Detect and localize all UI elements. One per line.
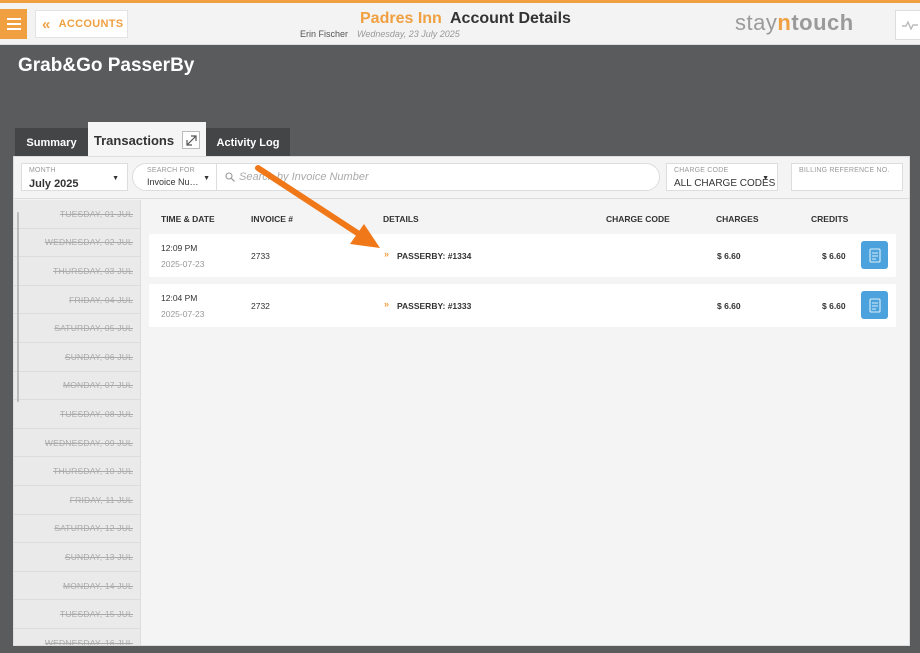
accounts-label: ACCOUNTS xyxy=(58,18,124,30)
menu-icon-line xyxy=(6,28,21,30)
invoice-document-button[interactable] xyxy=(861,291,888,319)
row-details: PASSERBY: #1334 xyxy=(397,251,472,261)
caret-down-icon: ▼ xyxy=(762,175,769,182)
date-list[interactable]: TUESDAY, 01 JUL WEDNESDAY, 02 JUL THURSD… xyxy=(14,200,141,645)
invoice-document-button[interactable] xyxy=(861,241,888,269)
search-input[interactable] xyxy=(223,164,643,190)
date-item[interactable]: WEDNESDAY, 09 JUL xyxy=(14,429,140,458)
charge-code-value: ALL CHARGE CODES xyxy=(674,178,776,189)
menu-button[interactable] xyxy=(0,9,27,39)
charge-code-select[interactable]: CHARGE CODE ALL CHARGE CODES ▼ xyxy=(666,163,778,191)
table-row[interactable]: 12:09 PM 2025-07-23 2733 » PASSERBY: #13… xyxy=(149,234,896,277)
column-header: CREDITS xyxy=(811,214,849,224)
row-charges: $ 6.60 xyxy=(717,301,741,311)
row-charges: $ 6.60 xyxy=(717,251,741,261)
date-item[interactable]: TUESDAY, 08 JUL xyxy=(14,400,140,429)
date-item[interactable]: WEDNESDAY, 02 JUL xyxy=(14,229,140,258)
filter-bar: MONTH July 2025 ▼ SEARCH FOR Invoice Nu…… xyxy=(14,157,909,199)
date-item[interactable]: THURSDAY, 10 JUL xyxy=(14,457,140,486)
row-details: PASSERBY: #1333 xyxy=(397,301,472,311)
search-for-value: Invoice Nu… xyxy=(147,177,199,187)
date-item[interactable]: TUESDAY, 15 JUL xyxy=(14,600,140,629)
expand-chevron-icon[interactable]: » xyxy=(384,249,389,259)
table-row[interactable]: 12:04 PM 2025-07-23 2732 » PASSERBY: #13… xyxy=(149,284,896,327)
column-header: CHARGES xyxy=(716,214,759,224)
billing-reference-field[interactable]: BILLING REFERENCE NO. xyxy=(791,163,903,191)
row-time: 12:09 PM xyxy=(161,243,198,253)
activity-pulse-button[interactable] xyxy=(895,10,920,40)
top-bar: « ACCOUNTS Padres Inn Account Details Er… xyxy=(0,3,920,45)
month-value: July 2025 xyxy=(29,178,79,190)
tab-summary[interactable]: Summary xyxy=(15,128,88,158)
date-item[interactable]: SATURDAY, 05 JUL xyxy=(14,314,140,343)
scrollbar[interactable] xyxy=(17,212,19,402)
date-item[interactable]: SATURDAY, 12 JUL xyxy=(14,515,140,544)
column-header: DETAILS xyxy=(383,214,419,224)
date-item[interactable]: TUESDAY, 01 JUL xyxy=(14,200,140,229)
date-item[interactable]: WEDNESDAY, 16 JUL xyxy=(14,629,140,645)
column-header: CHARGE CODE xyxy=(606,214,670,224)
transactions-panel: MONTH July 2025 ▼ SEARCH FOR Invoice Nu…… xyxy=(13,156,910,646)
expand-icon[interactable] xyxy=(182,131,201,149)
search-for-select[interactable]: SEARCH FOR Invoice Nu… ▼ xyxy=(133,164,217,190)
row-time: 12:04 PM xyxy=(161,293,198,303)
row-date: 2025-07-23 xyxy=(161,309,205,319)
date-item[interactable]: SUNDAY, 13 JUL xyxy=(14,543,140,572)
stayntouch-logo: stayntouch xyxy=(735,10,854,35)
menu-icon-line xyxy=(6,23,21,25)
row-invoice: 2732 xyxy=(251,301,270,311)
tab-activity-log[interactable]: Activity Log xyxy=(206,128,290,158)
date-item[interactable]: FRIDAY, 04 JUL xyxy=(14,286,140,315)
table-header: TIME & DATE INVOICE # DETAILS CHARGE COD… xyxy=(141,207,909,231)
tab-transactions[interactable]: Transactions xyxy=(88,122,206,158)
double-chevron-left-icon: « xyxy=(42,15,51,33)
column-header: INVOICE # xyxy=(251,214,294,224)
search-bar: SEARCH FOR Invoice Nu… ▼ xyxy=(132,163,660,191)
caret-down-icon: ▼ xyxy=(203,175,210,182)
row-invoice: 2733 xyxy=(251,251,270,261)
date-item[interactable]: THURSDAY, 03 JUL xyxy=(14,257,140,286)
back-to-accounts-button[interactable]: « ACCOUNTS xyxy=(35,10,128,38)
row-credits: $ 6.60 xyxy=(822,301,846,311)
date-item[interactable]: FRIDAY, 11 JUL xyxy=(14,486,140,515)
date-item[interactable]: MONDAY, 07 JUL xyxy=(14,372,140,401)
date-item[interactable]: SUNDAY, 06 JUL xyxy=(14,343,140,372)
row-date: 2025-07-23 xyxy=(161,259,205,269)
account-name: Grab&Go PasserBy xyxy=(18,55,195,76)
column-header: TIME & DATE xyxy=(161,214,215,224)
caret-down-icon: ▼ xyxy=(112,175,119,182)
user-name: Erin Fischer xyxy=(300,29,349,39)
date-item[interactable]: MONDAY, 14 JUL xyxy=(14,572,140,601)
document-icon xyxy=(868,297,881,313)
row-credits: $ 6.60 xyxy=(822,251,846,261)
hotel-name: Padres Inn xyxy=(360,10,442,27)
page-title: Account Details xyxy=(450,10,571,27)
document-icon xyxy=(868,247,881,263)
business-date: Wednesday, 23 July 2025 xyxy=(357,29,460,39)
month-select[interactable]: MONTH July 2025 ▼ xyxy=(21,163,128,191)
expand-chevron-icon[interactable]: » xyxy=(384,299,389,309)
menu-icon-line xyxy=(6,18,21,20)
pulse-icon xyxy=(902,20,918,30)
